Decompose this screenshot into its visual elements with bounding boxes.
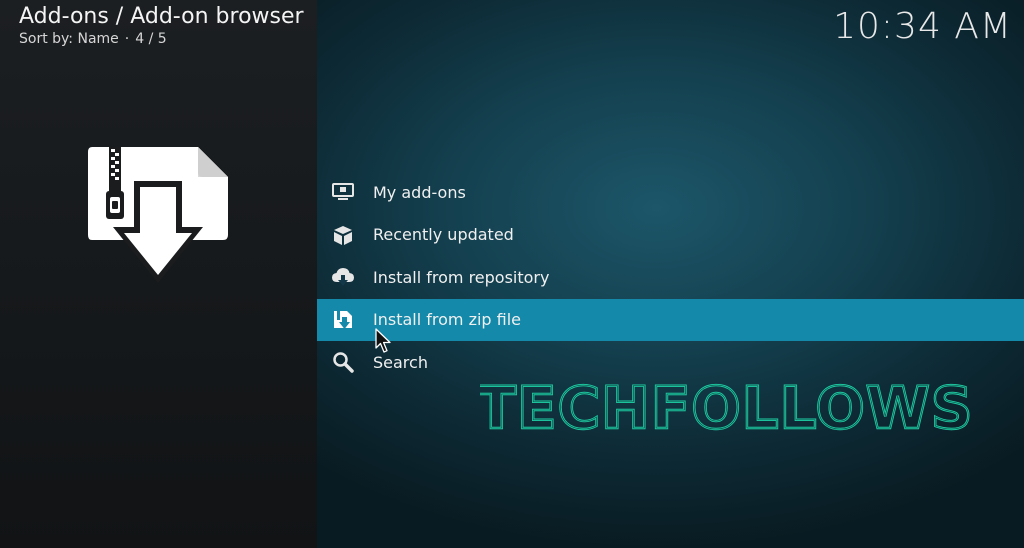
menu-item-label: Install from zip file xyxy=(373,310,522,330)
menu-item-label: Search xyxy=(373,352,428,372)
zip-download-illustration-icon xyxy=(88,147,228,283)
menu-item-label: My add-ons xyxy=(373,182,466,202)
menu-item-label: Recently updated xyxy=(373,225,514,245)
menu-item-my-addons[interactable]: My add-ons xyxy=(317,171,1024,214)
sort-label[interactable]: Sort by: Name xyxy=(19,31,119,47)
box-icon xyxy=(331,223,355,247)
separator: · xyxy=(124,31,130,47)
page-title: Add-ons / Add-on browser xyxy=(19,4,304,29)
clock: 10:34 AM xyxy=(833,6,1012,47)
watermark-logo: TECHFOLLOWS TECHFOLLOWS xyxy=(480,376,970,440)
watermark-inner-stroke: TECHFOLLOWS xyxy=(480,376,970,440)
search-icon xyxy=(331,350,355,374)
menu-item-install-from-zip[interactable]: Install from zip file xyxy=(317,298,1024,341)
cloud-download-icon xyxy=(331,265,355,289)
item-position: 4 / 5 xyxy=(135,31,167,47)
menu-item-install-from-repository[interactable]: Install from repository xyxy=(317,256,1024,299)
menu-item-label: Install from repository xyxy=(373,267,550,287)
zip-install-icon xyxy=(331,308,355,332)
menu-item-recently-updated[interactable]: Recently updated xyxy=(317,214,1024,257)
addon-browser-menu: My add-ons Recently updated Install from… xyxy=(317,171,1024,384)
mouse-cursor-icon xyxy=(375,328,391,353)
sort-info: Sort by: Name · 4 / 5 xyxy=(19,31,167,47)
monitor-icon xyxy=(331,180,355,204)
